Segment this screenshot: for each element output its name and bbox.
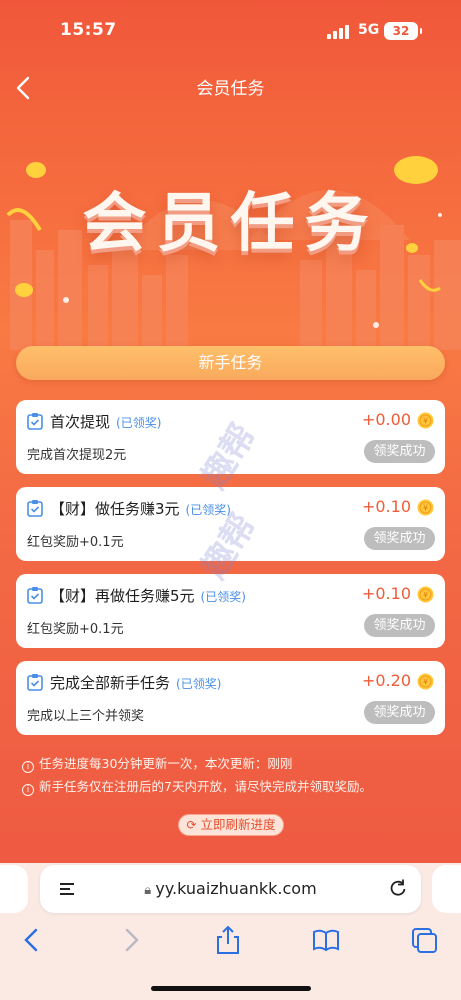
home-indicator — [151, 986, 311, 991]
note-line: i 任务进度每30分钟更新一次，本次更新：刚刚 — [22, 755, 442, 778]
task-card: 【财】做任务赚3元 (已领奖) +0.10 ¥ 红包奖励+0.1元 领奖成功 — [16, 487, 445, 561]
back-icon[interactable] — [16, 924, 48, 956]
yuan-coin-icon: ¥ — [417, 673, 434, 690]
reward-claimed-button[interactable]: 领奖成功 — [364, 701, 435, 724]
task-title: 完成全部新手任务 (已领奖) — [50, 674, 222, 692]
task-desc: 红包奖励+0.1元 — [27, 622, 124, 637]
signal-icon — [327, 25, 351, 39]
task-amount: +0.20 — [361, 671, 411, 690]
refresh-icon: ⟳ — [186, 818, 197, 832]
task-card: 首次提现 (已领奖) +0.00 ¥ 完成首次提现2元 领奖成功 — [16, 400, 445, 474]
reward-claimed-button[interactable]: 领奖成功 — [364, 440, 435, 463]
reload-icon[interactable] — [388, 878, 408, 898]
task-title: 【财】再做任务赚5元 (已领奖) — [50, 587, 246, 605]
status-bar: 15:57 5G 32 — [0, 0, 461, 62]
clipboard-check-icon — [27, 500, 43, 517]
yuan-coin-icon: ¥ — [417, 499, 434, 516]
clipboard-check-icon — [27, 674, 43, 691]
task-desc: 红包奖励+0.1元 — [27, 535, 124, 550]
task-card: 完成全部新手任务 (已领奖) +0.20 ¥ 完成以上三个并领奖 领奖成功 — [16, 661, 445, 735]
task-title: 首次提现 (已领奖) — [50, 413, 162, 431]
task-amount: +0.10 — [361, 497, 411, 516]
lock-icon: 🔒︎ — [144, 883, 156, 898]
task-amount: +0.00 — [361, 410, 411, 429]
info-icon: i — [22, 761, 34, 773]
svg-text:¥: ¥ — [423, 417, 428, 426]
forward-icon[interactable] — [115, 924, 147, 956]
clipboard-check-icon — [27, 413, 43, 430]
task-desc: 完成以上三个并领奖 — [27, 709, 145, 724]
task-tag: (已领奖) — [200, 590, 246, 604]
reward-claimed-button[interactable]: 领奖成功 — [364, 527, 435, 550]
refresh-progress-button[interactable]: ⟳ 立即刷新进度 — [178, 814, 284, 836]
hero-title: 会员任务 — [82, 187, 379, 261]
notes: i 任务进度每30分钟更新一次，本次更新：刚刚 i 新手任务仅在注册后的7天内开放，… — [22, 755, 442, 801]
reward-claimed-button[interactable]: 领奖成功 — [364, 614, 435, 637]
yuan-coin-icon: ¥ — [417, 412, 434, 429]
yuan-coin-icon: ¥ — [417, 586, 434, 603]
task-tag: (已领奖) — [116, 416, 162, 430]
book-icon[interactable] — [310, 924, 342, 956]
tabs-icon[interactable] — [408, 924, 440, 956]
task-tag: (已领奖) — [185, 503, 231, 517]
battery-icon: 32 — [384, 22, 422, 40]
network-type: 5G — [358, 22, 380, 38]
svg-text:¥: ¥ — [423, 591, 428, 600]
task-title: 【财】做任务赚3元 (已领奖) — [50, 500, 231, 518]
info-icon: i — [22, 784, 34, 796]
svg-text:¥: ¥ — [423, 504, 428, 513]
newbie-task-button[interactable]: 新手任务 — [16, 346, 445, 380]
task-tag: (已领奖) — [176, 677, 222, 691]
page-title: 会员任务 — [196, 79, 265, 99]
share-icon[interactable] — [212, 924, 244, 956]
task-card: 【财】再做任务赚5元 (已领奖) +0.10 ¥ 红包奖励+0.1元 领奖成功 — [16, 574, 445, 648]
task-desc: 完成首次提现2元 — [27, 448, 127, 463]
task-amount: +0.10 — [361, 584, 411, 603]
note-line: i 新手任务仅在注册后的7天内开放，请尽快完成并领取奖励。 — [22, 778, 442, 801]
svg-text:¥: ¥ — [423, 678, 428, 687]
status-time: 15:57 — [60, 20, 117, 40]
clipboard-check-icon — [27, 587, 43, 604]
